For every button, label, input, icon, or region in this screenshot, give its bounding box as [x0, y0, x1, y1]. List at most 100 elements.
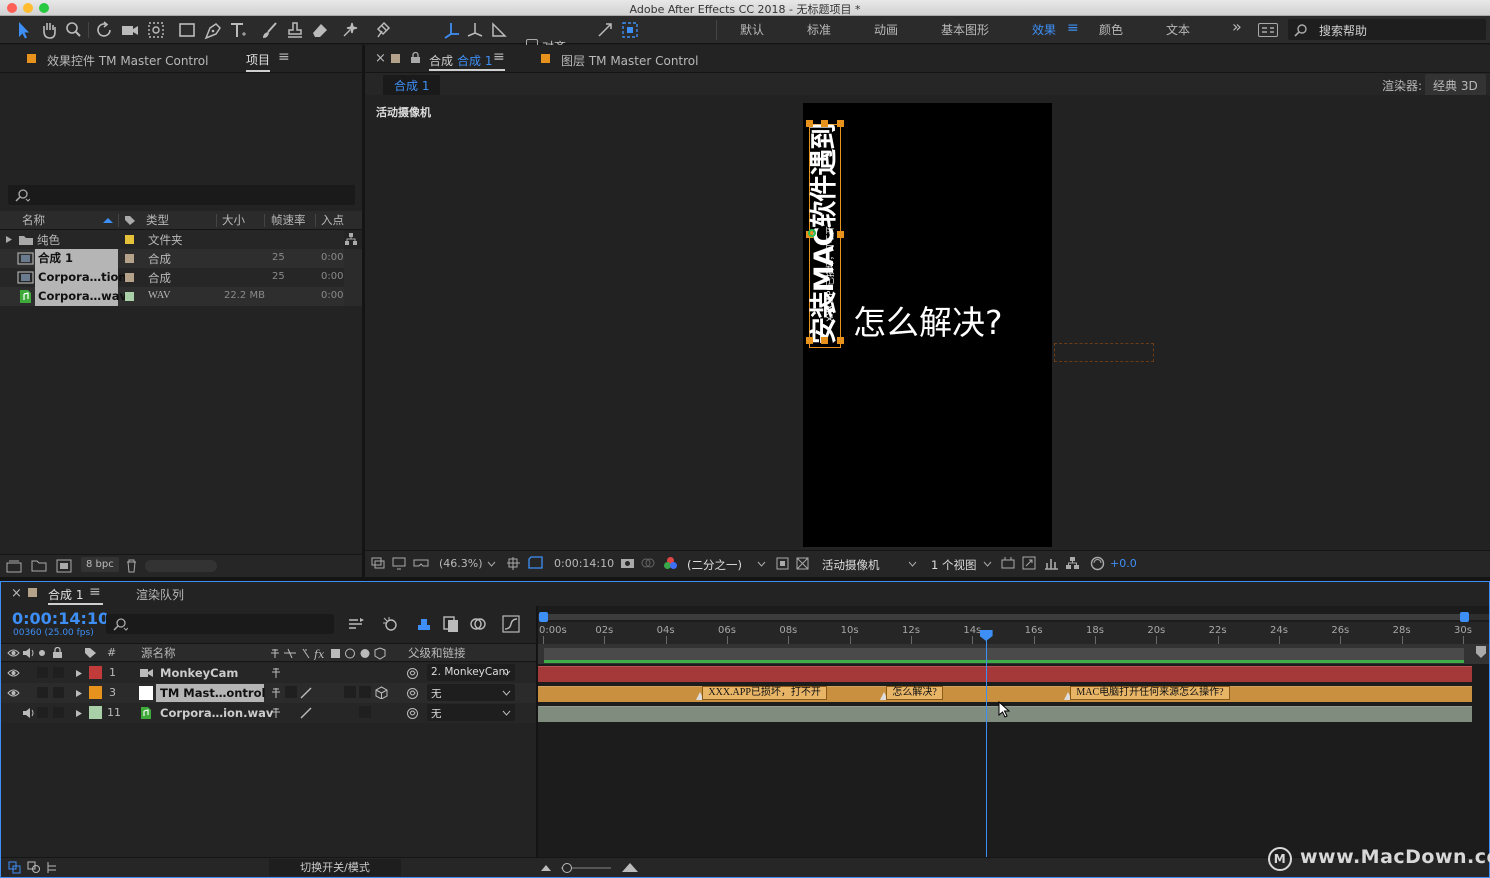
layer-label-color[interactable] — [89, 666, 102, 679]
label-color-swatch[interactable] — [125, 273, 134, 282]
close-tab-button[interactable]: × — [11, 586, 22, 601]
view-layout-dropdown[interactable]: 1 个视图 — [931, 557, 976, 573]
resolution-dropdown[interactable]: (二分之一) — [687, 557, 742, 573]
chevron-down-icon[interactable] — [983, 561, 992, 567]
lock-toggle[interactable] — [53, 687, 64, 698]
project-item-folder[interactable]: 纯色 文件夹 — [0, 230, 344, 249]
chevron-down-icon[interactable] — [908, 561, 917, 567]
column-source-name[interactable]: 源名称 — [141, 644, 176, 662]
flowchart-icon[interactable] — [1065, 556, 1080, 570]
timeline-search-input[interactable] — [106, 614, 334, 634]
workspace-color[interactable]: 颜色 — [1099, 21, 1123, 38]
solo-toggle[interactable] — [37, 687, 48, 698]
composition-canvas[interactable]: 安装MAC软件遇到 XXX.APP已损坏，打不开 怎么解决? — [803, 103, 1052, 547]
column-frame-rate[interactable]: 帧速率 — [271, 211, 306, 229]
camera-view-dropdown[interactable]: 活动摄像机 — [822, 557, 880, 573]
workspace-menu-icon[interactable]: ≡ — [1067, 20, 1079, 36]
shy-switch-icon[interactable] — [270, 687, 282, 699]
breadcrumb-composition[interactable]: 合成 1 — [383, 75, 441, 96]
toggle-switches-modes-button[interactable]: 切换开关/模式 — [269, 859, 401, 876]
local-axis-mode-icon[interactable] — [440, 20, 462, 40]
panel-menu-icon[interactable]: ≡ — [278, 49, 290, 65]
mask-visibility-icon[interactable] — [528, 556, 543, 571]
clone-stamp-tool-icon[interactable] — [284, 20, 306, 40]
shy-layers-icon[interactable] — [415, 615, 433, 633]
fast-previews-icon[interactable] — [1022, 556, 1036, 570]
puppet-pin-tool-icon[interactable] — [372, 20, 394, 40]
new-composition-icon[interactable] — [56, 559, 72, 573]
visibility-eye-icon[interactable] — [7, 668, 20, 678]
world-axis-mode-icon[interactable] — [464, 20, 486, 40]
lock-icon[interactable] — [52, 647, 63, 659]
playhead-line[interactable] — [985, 636, 987, 857]
tab-project[interactable]: 项目 — [246, 51, 271, 72]
panel-menu-icon[interactable]: ≡ — [493, 49, 505, 65]
layer-marker-label[interactable]: XXX.APP已损坏，打不开 — [702, 686, 827, 700]
layer-row[interactable]: 1 MonkeyCam 2. MonkeyCam — [1, 663, 537, 683]
pan-behind-tool-icon[interactable] — [145, 20, 167, 40]
chevron-down-icon[interactable] — [757, 561, 766, 567]
snapshot-camera-icon[interactable] — [620, 556, 635, 569]
parent-dropdown[interactable]: 2. MonkeyCam — [427, 664, 515, 681]
project-item-audio[interactable]: Corpora…wav WAV 22.2 MB 0:00: — [0, 287, 347, 306]
view-axis-mode-icon[interactable] — [488, 20, 510, 40]
workspace-animation[interactable]: 动画 — [874, 21, 898, 38]
project-item-comp-1[interactable]: 合成 1 合成 25 0:00: — [0, 249, 347, 268]
comp-mini-flowchart-icon[interactable] — [348, 616, 366, 632]
layer-row[interactable]: 11 Corpora…ion.wav 无 — [1, 703, 537, 723]
roto-brush-tool-icon[interactable] — [340, 20, 362, 40]
in-out-pane-icon[interactable] — [46, 861, 58, 874]
quality-switch-icon[interactable] — [299, 686, 313, 700]
column-type[interactable]: 类型 — [146, 211, 169, 229]
layer-marker-label[interactable]: MAC电脑打开任何来源怎么操作? — [1070, 686, 1230, 700]
motion-blur-switch[interactable] — [359, 706, 371, 718]
layer-name[interactable]: Corpora…ion.wav — [160, 706, 273, 720]
transform-handle[interactable] — [806, 337, 813, 344]
workspace-effects[interactable]: 效果 — [1032, 21, 1056, 38]
help-search-field[interactable]: 搜索帮助 — [1288, 19, 1486, 40]
sort-ascending-icon[interactable] — [102, 217, 114, 224]
shy-switch-icon[interactable] — [270, 707, 282, 719]
motion-blur-icon[interactable] — [469, 615, 487, 633]
rectangle-tool-icon[interactable] — [176, 20, 198, 40]
grid-guide-icon[interactable] — [506, 556, 521, 571]
tab-render-queue[interactable]: 渲染队列 — [136, 586, 184, 603]
snap-options-icon[interactable] — [594, 20, 616, 40]
project-search-input[interactable] — [8, 185, 355, 205]
project-bit-depth[interactable]: 8 bpc — [81, 557, 119, 572]
shy-switch-icon[interactable] — [270, 667, 282, 679]
lock-icon[interactable] — [410, 52, 421, 64]
adjustment-switch[interactable] — [344, 686, 356, 698]
pickwhip-icon[interactable] — [406, 687, 419, 700]
column-parent-link[interactable]: 父级和链接 — [408, 644, 466, 662]
timeline-toggle-icon[interactable] — [1044, 556, 1059, 570]
column-name[interactable]: 名称 — [22, 211, 45, 229]
layer-name[interactable]: MonkeyCam — [160, 666, 238, 680]
toggle-pixel-aspect-icon[interactable] — [1001, 556, 1015, 570]
project-scrollbar[interactable] — [344, 249, 362, 306]
layer-name[interactable]: TM Mast…ontrol — [156, 684, 265, 702]
tab-layer[interactable]: 图层 TM Master Control — [561, 52, 699, 69]
zoom-slider-thumb[interactable] — [562, 863, 572, 873]
pickwhip-icon[interactable] — [406, 667, 419, 680]
layer-duration-bar[interactable] — [538, 666, 1472, 682]
label-color-swatch[interactable] — [125, 292, 134, 301]
type-tool-icon[interactable] — [227, 20, 249, 40]
vr-goggles-icon[interactable] — [413, 557, 429, 570]
reset-exposure-icon[interactable] — [1090, 556, 1105, 571]
thumbnail-size-slider[interactable] — [145, 560, 217, 572]
collapse-switch[interactable] — [285, 686, 297, 698]
lock-toggle[interactable] — [53, 667, 64, 678]
current-time-display[interactable]: 0:00:14:10 — [554, 557, 614, 570]
monitor-icon[interactable] — [392, 557, 406, 570]
pen-tool-icon[interactable] — [202, 20, 224, 40]
anchor-point-icon[interactable] — [808, 229, 816, 237]
label-tag-icon[interactable] — [124, 215, 136, 226]
graph-editor-icon[interactable] — [502, 615, 520, 633]
interpret-footage-icon[interactable] — [6, 560, 22, 573]
renderer-dropdown[interactable]: 经典 3D — [1425, 74, 1486, 97]
close-tab-button[interactable]: × — [375, 51, 386, 66]
selection-tool-icon[interactable] — [12, 20, 34, 40]
modes-pane-icon[interactable] — [27, 861, 41, 874]
3d-layer-icon[interactable] — [375, 686, 388, 699]
